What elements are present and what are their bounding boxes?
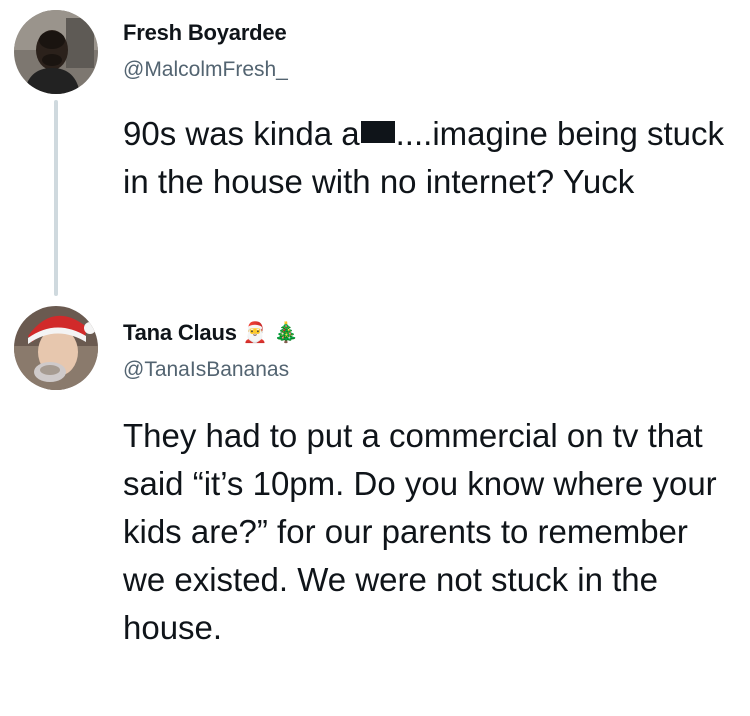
redaction-block (360, 121, 395, 143)
display-name[interactable]: Fresh Boyardee (123, 20, 287, 46)
christmas-tree-icon: 🎄 (273, 322, 299, 344)
tweet-text: 90s was kinda a ....imagine being stuck i… (123, 110, 726, 206)
santa-icon: 🎅 (242, 322, 268, 344)
avatar-fresh-boyardee[interactable] (14, 10, 98, 94)
display-name-text: Fresh Boyardee (123, 20, 287, 45)
profile-photo-icon (14, 306, 98, 390)
display-name[interactable]: Tana Claus 🎅 🎄 (123, 320, 298, 346)
tweet-text: They had to put a commercial on tv that … (123, 417, 717, 646)
user-handle[interactable]: @MalcolmFresh_ (123, 58, 288, 82)
tweet-text-part-1: 90s was kinda a (123, 115, 360, 152)
avatar-tana-claus[interactable] (14, 306, 98, 390)
profile-photo-icon (14, 10, 98, 94)
thread-connector-line (54, 100, 58, 296)
user-handle[interactable]: @TanaIsBananas (123, 358, 289, 382)
display-name-text: Tana Claus (123, 320, 237, 345)
